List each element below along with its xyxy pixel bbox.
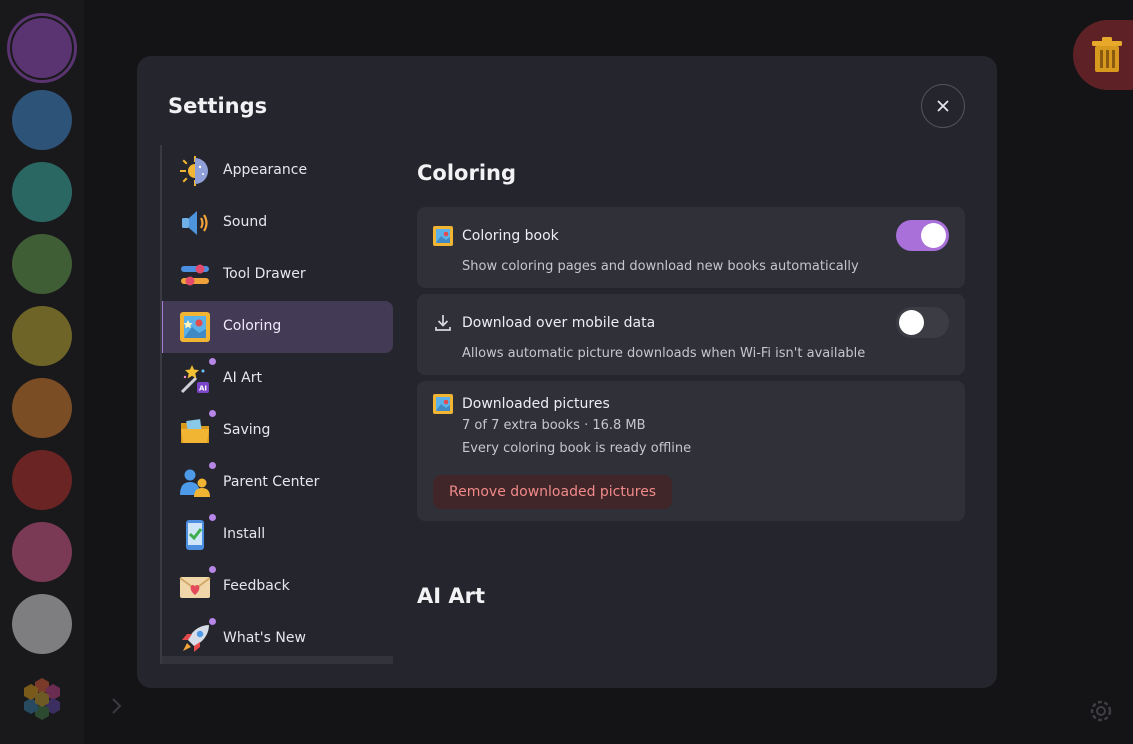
nav-label: Saving [223,422,271,438]
close-icon [937,100,949,112]
new-indicator-dot [209,410,216,417]
section-title-coloring: Coloring [417,161,517,185]
download-summary: 7 of 7 extra books · 16.8 MB [462,418,646,433]
parent-child-icon [180,469,210,497]
picture-frame-icon [180,312,210,342]
color-swatch-pink[interactable] [12,522,72,582]
speaker-icon [182,211,208,235]
section-title-ai-art: AI Art [417,584,486,608]
color-swatch-teal[interactable] [12,162,72,222]
trash-icon [1092,37,1122,72]
close-button[interactable] [921,84,965,128]
setting-card-mobile-data: Download over mobile data Allows automat… [417,294,965,375]
color-swatch-orange[interactable] [12,378,72,438]
new-indicator-dot [209,358,216,365]
settings-nav: Appearance Sound Tool Drawer Coloring AI… [160,145,393,664]
gear-icon[interactable] [1086,696,1116,726]
color-swatch-olive[interactable] [12,306,72,366]
trash-button[interactable] [1073,20,1133,90]
dialog-title: Settings [168,94,268,118]
color-palette-rail [0,0,84,744]
nav-label: Install [223,526,266,542]
coloring-book-toggle[interactable] [896,220,949,251]
color-swatch-red[interactable] [12,450,72,510]
nav-label: What's New [223,630,306,646]
nav-item-install[interactable]: Install [162,509,393,561]
nav-label: Feedback [223,578,290,594]
nav-label: Tool Drawer [223,266,306,282]
setting-card-downloaded-pictures: Downloaded pictures 7 of 7 extra books ·… [417,381,965,521]
setting-card-coloring-book: Coloring book Show coloring pages and do… [417,207,965,288]
picture-frame-icon [433,394,453,414]
svg-text:AI: AI [199,385,207,393]
setting-title: Downloaded pictures [462,396,610,412]
folder-icon [181,419,209,443]
new-indicator-dot [209,514,216,521]
magic-wand-icon: AI [180,365,209,394]
color-swatch-blue[interactable] [12,90,72,150]
settings-content[interactable]: Coloring Coloring book Show coloring pag… [417,145,965,664]
nav-scroll-shadow [162,656,393,664]
nav-label: Parent Center [223,474,320,490]
download-icon [435,315,451,331]
chevron-right-icon[interactable] [108,696,124,716]
phone-check-icon [186,520,204,550]
nav-item-sound[interactable]: Sound [162,197,393,249]
hexagon-palette-icon[interactable] [18,672,66,720]
color-swatch-green[interactable] [12,234,72,294]
new-indicator-dot [209,462,216,469]
nav-item-feedback[interactable]: Feedback [162,561,393,613]
settings-dialog: Settings Appearance Sound Tool Drawer Co… [137,56,997,688]
nav-item-saving[interactable]: Saving [162,405,393,457]
nav-item-coloring[interactable]: Coloring [162,301,393,353]
color-swatch-gray[interactable] [12,594,72,654]
toggle-knob [899,310,924,335]
color-swatch-purple[interactable] [7,13,77,83]
setting-title: Coloring book [462,228,559,244]
mobile-data-toggle[interactable] [896,307,949,338]
nav-label: Appearance [223,162,308,178]
sliders-icon [181,264,209,286]
toggle-knob [921,223,946,248]
rocket-icon [182,625,209,652]
new-indicator-dot [209,566,216,573]
nav-item-parent-center[interactable]: Parent Center [162,457,393,509]
nav-item-appearance[interactable]: Appearance [162,145,393,197]
download-status: Every coloring book is ready offline [462,441,692,456]
setting-title: Download over mobile data [462,315,656,331]
nav-label: Coloring [223,318,282,334]
nav-item-tool-drawer[interactable]: Tool Drawer [162,249,393,301]
setting-description: Show coloring pages and download new boo… [462,259,859,274]
nav-label: AI Art [223,370,262,386]
nav-label: Sound [223,214,268,230]
picture-frame-icon [433,226,453,246]
nav-item-ai-art[interactable]: AI AI Art [162,353,393,405]
heart-envelope-icon [179,577,211,598]
setting-description: Allows automatic picture downloads when … [462,346,866,361]
new-indicator-dot [209,618,216,625]
remove-downloads-button[interactable]: Remove downloaded pictures [433,475,673,509]
sun-moon-icon [180,156,208,186]
